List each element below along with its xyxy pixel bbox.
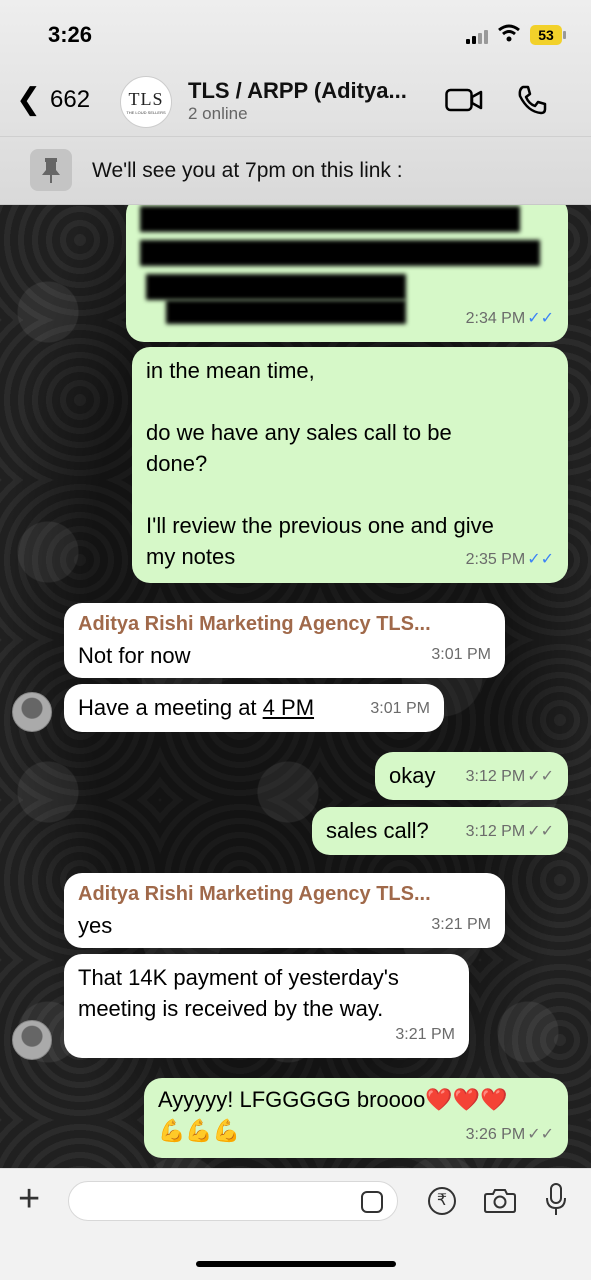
message-bubble-outgoing[interactable]: in the mean time, do we have any sales c… xyxy=(132,347,568,583)
pinned-message-text: We'll see you at 7pm on this link : xyxy=(92,159,403,182)
message-line: in the mean time, xyxy=(146,358,315,383)
message-time: 3:01 PM xyxy=(370,700,430,717)
pin-icon xyxy=(30,149,72,191)
home-indicator xyxy=(196,1261,396,1267)
group-avatar[interactable]: TLS THE LOUD SELLERS xyxy=(120,76,172,128)
message-line: I'll review the previous one and give xyxy=(146,513,494,538)
sender-name[interactable]: Aditya Rishi Marketing Agency TLS... xyxy=(78,609,491,640)
back-unread-count[interactable]: 662 xyxy=(50,86,90,114)
group-title[interactable]: TLS / ARPP (Aditya... xyxy=(188,78,428,104)
sender-avatar[interactable] xyxy=(12,692,52,732)
group-logo-subtext: THE LOUD SELLERS xyxy=(126,110,166,115)
message-time: 3:12 PM ✓✓ xyxy=(465,768,554,785)
video-call-icon[interactable] xyxy=(445,88,483,112)
message-bubble-incoming[interactable]: That 14K payment of yesterday's meeting … xyxy=(64,954,469,1058)
message-input[interactable] xyxy=(68,1181,398,1221)
delivered-receipt-icon: ✓✓ xyxy=(527,1126,554,1143)
read-receipt-icon: ✓✓ xyxy=(527,310,554,327)
wifi-icon xyxy=(498,24,520,42)
message-time: 2:35 PM ✓✓ xyxy=(465,551,554,568)
pinned-message-bar[interactable]: We'll see you at 7pm on this link : xyxy=(0,136,591,204)
microphone-icon[interactable] xyxy=(546,1183,566,1217)
message-line: do we have any sales call to be xyxy=(146,420,452,445)
message-line: done? xyxy=(146,451,208,476)
status-time: 3:26 xyxy=(48,22,93,47)
message-time: 3:21 PM xyxy=(395,1026,455,1043)
battery-icon: 53 xyxy=(530,25,566,45)
message-bubble-outgoing[interactable]: okay 3:12 PM ✓✓ xyxy=(375,752,568,800)
sender-name[interactable]: Aditya Rishi Marketing Agency TLS... xyxy=(78,879,491,910)
message-bubble-outgoing[interactable]: Ayyyyy! LFGGGGG broooo❤️❤️❤️ 💪💪💪 3:26 PM… xyxy=(144,1078,568,1158)
plus-icon[interactable]: + xyxy=(18,1179,40,1219)
message-text: sales call? xyxy=(326,818,429,843)
message-bubble-incoming[interactable]: Aditya Rishi Marketing Agency TLS... Not… xyxy=(64,603,505,678)
back-chevron-icon[interactable]: ❮ xyxy=(16,82,41,117)
message-time: 3:12 PM ✓✓ xyxy=(465,823,554,840)
message-bubble-outgoing[interactable]: 2:34 PM ✓✓ xyxy=(126,196,568,342)
status-bar: 3:26 53 xyxy=(0,0,591,70)
message-text: okay xyxy=(389,763,436,788)
message-bubble-incoming[interactable]: Have a meeting at 4 PM 3:01 PM xyxy=(64,684,444,732)
message-input-bar: + ₹ xyxy=(0,1168,591,1280)
message-text: Ayyyyy! LFGGGGG broooo❤️❤️❤️ xyxy=(158,1087,508,1112)
sticker-icon[interactable] xyxy=(361,1191,383,1213)
camera-icon[interactable] xyxy=(484,1187,516,1213)
payment-rupee-icon[interactable]: ₹ xyxy=(428,1187,456,1215)
delivered-receipt-icon: ✓✓ xyxy=(527,823,554,840)
message-text: yes xyxy=(78,913,113,938)
message-bubble-incoming[interactable]: Aditya Rishi Marketing Agency TLS... yes… xyxy=(64,873,505,948)
read-receipt-icon: ✓✓ xyxy=(527,551,554,568)
chat-header: ❮ 662 TLS THE LOUD SELLERS TLS / ARPP (A… xyxy=(0,70,591,132)
voice-call-icon[interactable] xyxy=(516,84,548,116)
message-text: Have a meeting at xyxy=(78,695,263,720)
group-logo-text: TLS xyxy=(128,89,164,109)
message-time: 3:21 PM xyxy=(431,916,491,933)
message-time: 3:01 PM xyxy=(431,646,491,663)
message-line: That 14K payment of yesterday's xyxy=(78,965,399,990)
message-text: Not for now xyxy=(78,643,191,668)
time-link[interactable]: 4 PM xyxy=(263,695,314,720)
cellular-signal-icon xyxy=(466,28,492,44)
sender-avatar[interactable] xyxy=(12,1020,52,1060)
message-bubble-outgoing[interactable]: sales call? 3:12 PM ✓✓ xyxy=(312,807,568,855)
message-time: 2:34 PM ✓✓ xyxy=(465,310,554,327)
group-online-count: 2 online xyxy=(188,104,248,123)
delivered-receipt-icon: ✓✓ xyxy=(527,768,554,785)
message-time: 3:26 PM ✓✓ xyxy=(465,1126,554,1143)
chat-top-bar: 3:26 53 ❮ 662 TLS THE LOUD SELLERS TLS /… xyxy=(0,0,591,205)
